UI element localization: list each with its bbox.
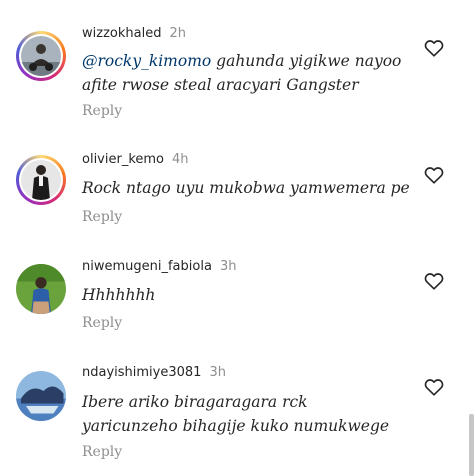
scrollbar[interactable] bbox=[469, 414, 474, 476]
heart-outline-icon[interactable] bbox=[423, 164, 445, 186]
heart-outline-icon[interactable] bbox=[423, 376, 445, 398]
comment-username[interactable]: ndayishimiye3081 bbox=[82, 365, 201, 380]
comment-time: 3h bbox=[209, 365, 226, 380]
avatar-ring-inner bbox=[19, 158, 63, 202]
comment-username[interactable]: wizzokhaled bbox=[82, 26, 161, 41]
comment-header: olivier_kemo 4h bbox=[82, 152, 189, 167]
heart-outline-icon[interactable] bbox=[423, 270, 445, 292]
comment-header: niwemugeni_fabiola 3h bbox=[82, 259, 236, 274]
avatar-photo-icon bbox=[16, 264, 66, 314]
comment-text-line-2: yaricunzeho bihagije kuko numukwege bbox=[82, 417, 390, 435]
comment-time: 4h bbox=[172, 152, 189, 167]
comment-mention-link[interactable]: @rocky_kimomo bbox=[82, 52, 211, 70]
comment-text-line-2: afite rwose steal aracyari Gangster bbox=[82, 76, 359, 94]
comment-text: Ibere ariko biragaragara rck bbox=[82, 393, 308, 411]
comment-username[interactable]: olivier_kemo bbox=[82, 152, 164, 167]
avatar[interactable] bbox=[16, 31, 66, 81]
avatar-photo-icon bbox=[21, 36, 61, 76]
avatar[interactable] bbox=[16, 264, 66, 314]
reply-button[interactable]: Reply bbox=[82, 209, 122, 225]
reply-button[interactable]: Reply bbox=[82, 315, 122, 331]
avatar[interactable] bbox=[16, 155, 66, 205]
avatar-photo-icon bbox=[16, 371, 66, 421]
comment-text: Hhhhhhh bbox=[82, 286, 156, 304]
comment-header: wizzokhaled 2h bbox=[82, 26, 186, 41]
comment-username[interactable]: niwemugeni_fabiola bbox=[82, 259, 212, 274]
reply-button[interactable]: Reply bbox=[82, 444, 122, 460]
comment-text-segment: gahunda yigikwe nayoo bbox=[211, 52, 402, 70]
comment-text: @rocky_kimomo gahunda yigikwe nayoo bbox=[82, 49, 401, 73]
comment-time: 3h bbox=[219, 259, 237, 274]
reply-button[interactable]: Reply bbox=[82, 103, 122, 119]
comment-text: Rock ntago uyu mukobwa yamwemera pe bbox=[82, 179, 410, 197]
avatar-ring-inner bbox=[19, 34, 63, 78]
comment-header: ndayishimiye3081 3h bbox=[82, 365, 226, 380]
heart-outline-icon[interactable] bbox=[423, 37, 445, 59]
avatar-photo-icon bbox=[21, 160, 61, 200]
avatar[interactable] bbox=[16, 371, 66, 421]
comment-time: 2h bbox=[169, 26, 186, 41]
